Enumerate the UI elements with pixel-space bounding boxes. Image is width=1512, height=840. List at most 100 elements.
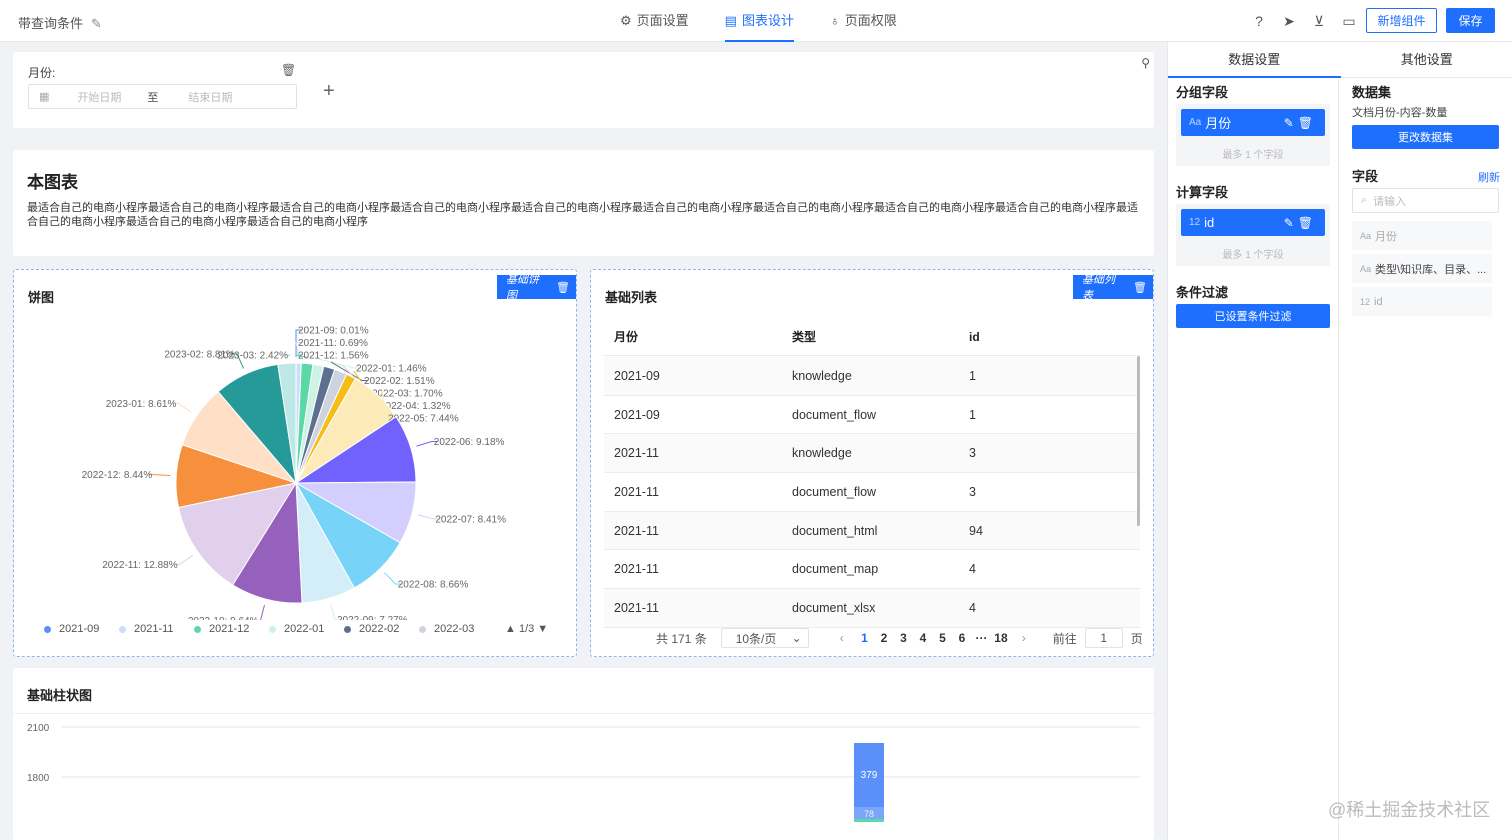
basic-list-card[interactable]: 基础列表 基础列表 🗑 月份 类型 id 2021-09 knowledge 1 202… bbox=[590, 269, 1154, 657]
legend-label: 2022-01 bbox=[284, 623, 325, 635]
pie-data-label: 2022-12: 8.44% bbox=[82, 470, 153, 481]
group-field-hint: 最多 1 个字段 bbox=[1222, 150, 1284, 161]
bar-chart-title: 基础柱状图 bbox=[27, 688, 93, 703]
goto-page-input[interactable]: 1 bbox=[1084, 628, 1123, 648]
save-button[interactable]: 保存 bbox=[1446, 8, 1495, 33]
legend-item[interactable]: 2021-12 bbox=[194, 623, 269, 635]
page-number[interactable]: 1 bbox=[855, 631, 875, 645]
condition-title: 条件过滤 bbox=[1176, 285, 1229, 300]
tab-chart-design[interactable]: ▤ 图表设计 bbox=[724, 0, 795, 42]
tab-page-settings[interactable]: ⚙ 页面设置 bbox=[620, 0, 689, 42]
field-search-input[interactable]: ⌕ 请输入 bbox=[1352, 188, 1499, 213]
pie-chart-tag[interactable]: 基础饼图 🗑 bbox=[497, 274, 576, 302]
total-count: 共 171 条 bbox=[656, 631, 707, 646]
tab-page-permission[interactable]: ♁ 页面权限 bbox=[830, 0, 897, 42]
page-number[interactable]: ··· bbox=[972, 631, 992, 645]
table-row[interactable]: 2021-09 document_flow 1 bbox=[604, 396, 1140, 435]
filter-card: 月份: 🗑 ▦ 开始日期 至 结束日期 + ⚲ bbox=[13, 52, 1154, 128]
pie-data-label: 2022-09: 7.27% bbox=[337, 615, 408, 620]
search-icon: ⌕ bbox=[1361, 194, 1368, 206]
toolbar-icons: ? ➤ ⊻ ▭ bbox=[1250, 12, 1358, 30]
bar-chart: 2100 1800 379 78 bbox=[27, 723, 1140, 822]
prev-page-icon[interactable]: ‹ bbox=[829, 631, 855, 645]
table-cell: 2021-11 bbox=[614, 600, 659, 615]
page-number[interactable]: 6 bbox=[952, 631, 972, 645]
page-number[interactable]: 2 bbox=[874, 631, 894, 645]
next-page-icon[interactable]: › bbox=[1011, 631, 1037, 645]
legend-label: 2022-03 bbox=[434, 623, 475, 635]
add-filter-icon[interactable]: + bbox=[323, 80, 335, 103]
table-cell: 2021-09 bbox=[614, 368, 660, 383]
table-row[interactable]: 2021-11 knowledge 3 bbox=[604, 434, 1140, 474]
table-cell: 2021-09 bbox=[614, 407, 660, 422]
legend-item[interactable]: 2022-03 bbox=[419, 623, 494, 635]
column-month[interactable]: 月份 bbox=[604, 328, 782, 345]
table-row[interactable]: 2021-11 document_xlsx 4 bbox=[604, 589, 1140, 628]
field-item-label: 类型\知识库、目录、... bbox=[1375, 263, 1487, 276]
basic-list-tag[interactable]: 基础列表 🗑 bbox=[1073, 274, 1153, 302]
table-row[interactable]: 2021-09 knowledge 1 bbox=[604, 357, 1140, 396]
refresh-link[interactable]: 刷新 bbox=[1478, 169, 1500, 185]
tab-data-settings[interactable]: 数据设置 bbox=[1168, 42, 1341, 78]
text-type-icon: Aa bbox=[1360, 230, 1372, 241]
add-component-button[interactable]: 新增组件 bbox=[1366, 8, 1437, 33]
edit-delete-icons[interactable]: ✎🗑 bbox=[1284, 116, 1317, 130]
table-cell: 2021-11 bbox=[614, 562, 659, 577]
change-dataset-button[interactable]: 更改数据集 bbox=[1352, 125, 1499, 149]
trash-icon[interactable]: 🗑 bbox=[556, 281, 570, 294]
group-field-chip[interactable]: Aa 月份 ✎🗑 bbox=[1181, 109, 1325, 136]
legend-pager[interactable]: ▲ 1/3 ▼ bbox=[505, 623, 548, 635]
field-item[interactable]: Aa 月份 bbox=[1352, 221, 1492, 250]
chart-icon: ▤ bbox=[724, 13, 737, 28]
page-number[interactable]: 5 bbox=[933, 631, 953, 645]
trash-icon[interactable]: 🗑 bbox=[1133, 281, 1147, 294]
pie-data-label: 2023-03: 2.42% bbox=[217, 351, 288, 362]
column-type[interactable]: 类型 bbox=[782, 328, 959, 345]
text-type-icon: Aa bbox=[1189, 117, 1202, 128]
text-card[interactable]: 本图表 最适合自己的电商小程序最适合自己的电商小程序最适合自己的电商小程序最适合… bbox=[13, 150, 1154, 256]
dataset-name: 文档月份-内容-数量 bbox=[1352, 107, 1448, 119]
pie-data-label: 2022-06: 9.18% bbox=[434, 437, 505, 448]
legend-item[interactable]: 2022-02 bbox=[344, 623, 419, 635]
help-icon[interactable]: ? bbox=[1250, 12, 1268, 30]
bar-segment[interactable] bbox=[854, 819, 884, 822]
pie-data-label: 2022-01: 1.46% bbox=[356, 364, 427, 375]
table-cell: 2021-11 bbox=[614, 446, 659, 461]
monitor-icon[interactable]: ▭ bbox=[1340, 12, 1358, 30]
calc-field-chip[interactable]: 12 id ✎🗑 bbox=[1181, 209, 1325, 236]
column-id[interactable]: id bbox=[959, 330, 1129, 344]
number-type-icon: 12 bbox=[1189, 217, 1201, 228]
table-row[interactable]: 2021-11 document_html 94 bbox=[604, 511, 1140, 551]
legend-label: 2021-09 bbox=[59, 623, 100, 635]
page-number[interactable]: 18 bbox=[991, 631, 1011, 645]
table-row[interactable]: 2021-11 document_map 4 bbox=[604, 550, 1140, 590]
legend-dot bbox=[269, 625, 276, 633]
start-date-input[interactable]: 开始日期 bbox=[77, 89, 121, 105]
condition-filter-button[interactable]: 已设置条件过滤 bbox=[1176, 304, 1330, 328]
filter-icon[interactable]: ⊻ bbox=[1310, 12, 1328, 30]
pie-data-label: 2022-07: 8.41% bbox=[435, 514, 506, 525]
end-date-input[interactable]: 结束日期 bbox=[188, 89, 232, 105]
legend-item[interactable]: 2021-11 bbox=[119, 623, 194, 635]
bar-chart-card[interactable]: 基础柱状图 2100 1800 379 78 bbox=[13, 668, 1154, 840]
page-size-select[interactable]: 10条/页 ⌄ bbox=[720, 628, 809, 648]
field-item[interactable]: Aa 类型\知识库、目录、... bbox=[1352, 254, 1492, 283]
tab-other-settings[interactable]: 其他设置 bbox=[1341, 42, 1512, 77]
pie-data-label: 2022-02: 1.51% bbox=[364, 376, 435, 387]
pin-icon[interactable]: ⚲ bbox=[1141, 56, 1150, 70]
field-item[interactable]: 12 id bbox=[1352, 287, 1492, 316]
page-number[interactable]: 3 bbox=[894, 631, 914, 645]
table-row[interactable]: 2021-11 document_flow 3 bbox=[604, 473, 1140, 512]
edit-icon[interactable]: ✎ bbox=[91, 16, 102, 31]
send-icon[interactable]: ➤ bbox=[1280, 12, 1298, 30]
page-unit: 页 bbox=[1130, 631, 1143, 646]
legend-item[interactable]: 2021-09 bbox=[44, 623, 119, 635]
edit-delete-icons[interactable]: ✎🗑 bbox=[1284, 216, 1317, 230]
pie-chart-card[interactable]: 饼图 基础饼图 🗑 2021-09: 0.01% 2021-11: 0.69% 202… bbox=[13, 269, 577, 657]
legend-item[interactable]: 2022-01 bbox=[269, 623, 344, 635]
trash-icon[interactable]: 🗑 bbox=[281, 63, 296, 77]
date-range-picker[interactable]: ▦ 开始日期 至 结束日期 bbox=[28, 84, 297, 109]
table-scrollbar[interactable] bbox=[1137, 356, 1140, 526]
basic-list-title: 基础列表 bbox=[605, 290, 658, 305]
page-number[interactable]: 4 bbox=[913, 631, 933, 645]
